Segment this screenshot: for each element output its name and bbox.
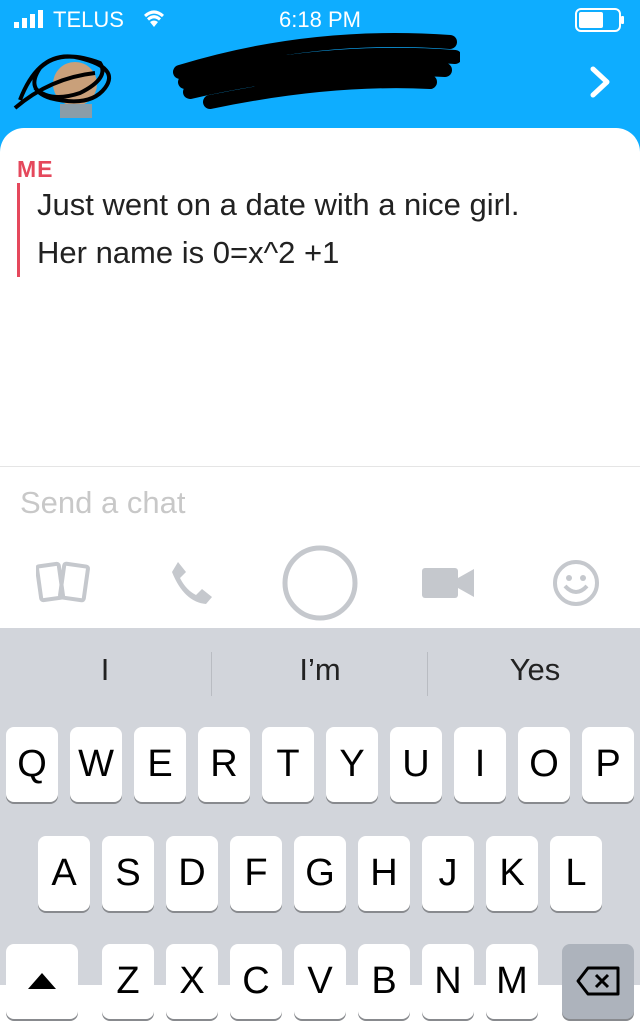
- divider: [0, 466, 640, 467]
- chat-area: [0, 128, 640, 468]
- key-k[interactable]: K: [486, 836, 538, 911]
- sender-label: ME: [17, 156, 54, 182]
- suggestion[interactable]: I’m: [250, 652, 390, 688]
- key-n[interactable]: N: [422, 944, 474, 1019]
- battery-icon: [575, 8, 624, 32]
- gallery-icon[interactable]: [36, 560, 92, 606]
- key-e[interactable]: E: [134, 727, 186, 802]
- chat-input[interactable]: Send a chat: [20, 485, 185, 521]
- key-a[interactable]: A: [38, 836, 90, 911]
- key-m[interactable]: M: [486, 944, 538, 1019]
- key-d[interactable]: D: [166, 836, 218, 911]
- key-l[interactable]: L: [550, 836, 602, 911]
- key-h[interactable]: H: [358, 836, 410, 911]
- key-s[interactable]: S: [102, 836, 154, 911]
- video-icon[interactable]: [420, 565, 476, 601]
- key-u[interactable]: U: [390, 727, 442, 802]
- key-v[interactable]: V: [294, 944, 346, 1019]
- key-q[interactable]: Q: [6, 727, 58, 802]
- emoji-icon[interactable]: [551, 558, 601, 608]
- key-f[interactable]: F: [230, 836, 282, 911]
- key-t[interactable]: T: [262, 727, 314, 802]
- friend-avatar[interactable]: [10, 38, 120, 120]
- key-r[interactable]: R: [198, 727, 250, 802]
- key-p[interactable]: P: [582, 727, 634, 802]
- backspace-key[interactable]: [562, 944, 634, 1019]
- message-line: Her name is 0=x^2 +1: [37, 235, 340, 270]
- key-y[interactable]: Y: [326, 727, 378, 802]
- shift-icon: [28, 973, 56, 989]
- capture-button[interactable]: [280, 543, 360, 623]
- key-j[interactable]: J: [422, 836, 474, 911]
- suggestion[interactable]: Yes: [465, 652, 605, 688]
- chevron-right-icon[interactable]: [586, 66, 614, 98]
- redacted-name-scribble: [173, 33, 460, 109]
- message-accent-bar: [17, 183, 20, 277]
- key-i[interactable]: I: [454, 727, 506, 802]
- key-b[interactable]: B: [358, 944, 410, 1019]
- backspace-icon: [576, 966, 620, 996]
- suggestion-divider: [211, 652, 212, 696]
- key-z[interactable]: Z: [102, 944, 154, 1019]
- key-c[interactable]: C: [230, 944, 282, 1019]
- key-g[interactable]: G: [294, 836, 346, 911]
- message-line: Just went on a date with a nice girl.: [37, 187, 520, 222]
- suggestion[interactable]: I: [35, 652, 175, 688]
- key-x[interactable]: X: [166, 944, 218, 1019]
- key-o[interactable]: O: [518, 727, 570, 802]
- suggestion-divider: [427, 652, 428, 696]
- key-w[interactable]: W: [70, 727, 122, 802]
- phone-icon[interactable]: [166, 558, 216, 608]
- shift-key[interactable]: [6, 944, 78, 1019]
